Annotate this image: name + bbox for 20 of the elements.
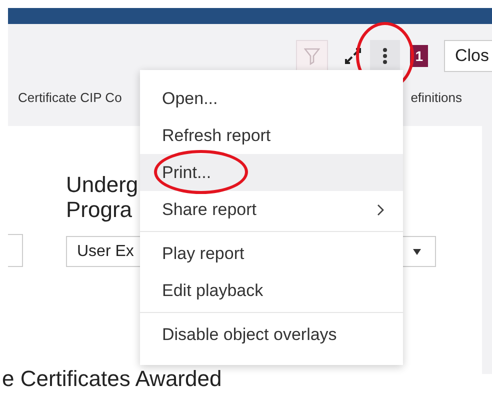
section-title: e Certificates Awarded: [2, 366, 222, 392]
filter-icon: [304, 47, 320, 65]
more-button[interactable]: [370, 40, 400, 72]
dropdown-value: User Ex: [77, 242, 134, 260]
chevron-right-icon: [377, 204, 385, 216]
menu-item[interactable]: Play report: [140, 235, 403, 272]
menu-item[interactable]: Disable object overlays: [140, 316, 403, 353]
input-field[interactable]: [8, 234, 23, 267]
prompt-heading: Underg Progra: [66, 172, 138, 222]
more-icon: [382, 47, 388, 65]
close-button[interactable]: Clos: [444, 40, 492, 72]
menu-item[interactable]: Edit playback: [140, 272, 403, 309]
menu-item[interactable]: Open...: [140, 80, 403, 117]
tab[interactable]: efinitions: [410, 90, 462, 104]
tab[interactable]: Certificate CIP Co: [18, 90, 122, 104]
menu-item[interactable]: Share report: [140, 191, 403, 228]
dropdown-arrow-icon: [413, 248, 421, 254]
expand-icon: [344, 47, 362, 65]
menu-item[interactable]: Refresh report: [140, 117, 403, 154]
menu-item[interactable]: Print...: [140, 154, 403, 191]
